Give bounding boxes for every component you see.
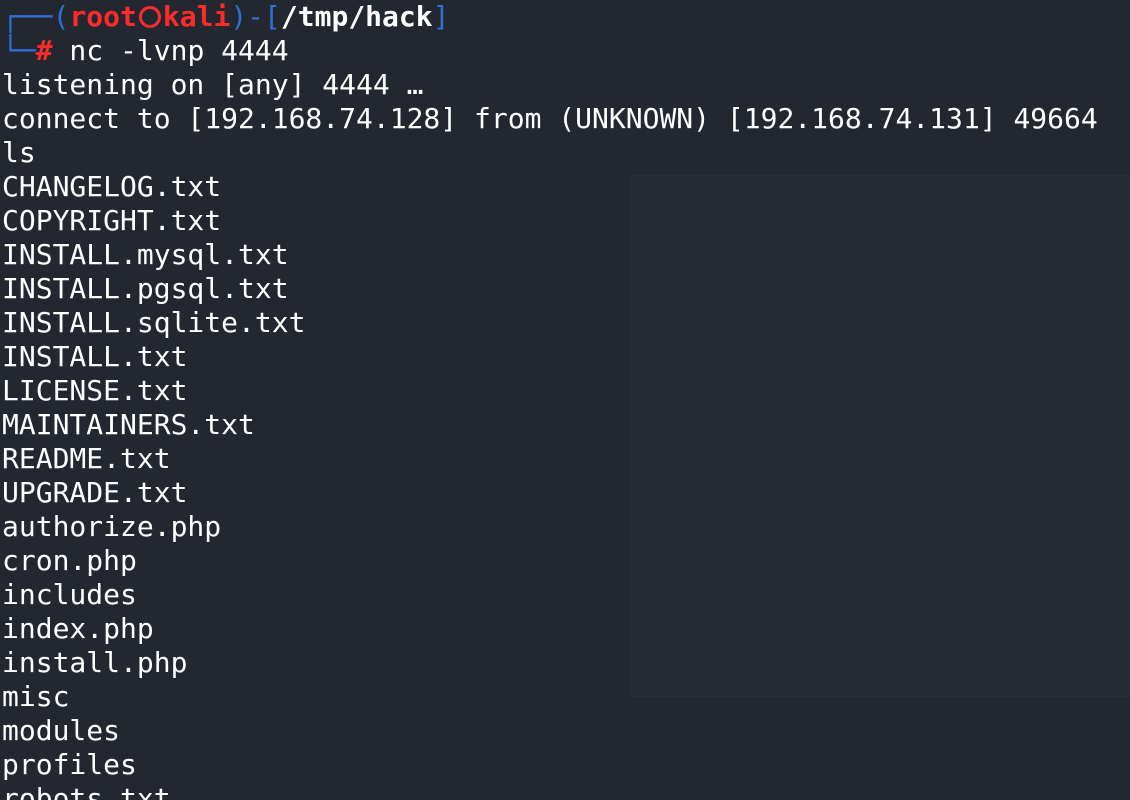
output-line: authorize.php (2, 510, 222, 543)
command-text: nc -lvnp 4444 (52, 34, 289, 67)
prompt-corner: └─ (2, 34, 36, 67)
prompt-line-1: ┌──(root kali)-[/tmp/hack] (2, 0, 449, 34)
prompt-bracket-open: ┌──( (2, 0, 70, 33)
output-line: CHANGELOG.txt (2, 170, 222, 203)
output-line: listening on [any] 4444 … (2, 68, 424, 101)
output-line: UPGRADE.txt (2, 476, 188, 509)
output-line: COPYRIGHT.txt (2, 204, 222, 237)
prompt-bracket-close: )-[ (230, 0, 281, 33)
kali-skull-icon (138, 6, 161, 28)
output-line: INSTALL.mysql.txt (2, 238, 289, 271)
prompt-user: root (69, 0, 137, 33)
output-line: INSTALL.sqlite.txt (2, 306, 306, 339)
output-line: misc (2, 680, 70, 713)
background-file-manager (630, 175, 1130, 697)
output-line: MAINTAINERS.txt (2, 408, 255, 441)
prompt-hash: # (35, 34, 53, 67)
output-line: profiles (2, 748, 137, 781)
output-line: robots.txt (2, 782, 171, 800)
output-line: modules (2, 714, 121, 747)
prompt-host: kali (162, 0, 231, 33)
output-line: install.php (2, 646, 188, 679)
output-line: INSTALL.pgsql.txt (2, 272, 289, 305)
output-line: ls (2, 136, 36, 169)
output-line: LICENSE.txt (2, 374, 188, 407)
output-line: INSTALL.txt (2, 340, 188, 373)
output-line: includes (2, 578, 137, 611)
prompt-path: /tmp/hack (280, 0, 433, 33)
output-line: index.php (2, 612, 154, 645)
terminal-window[interactable]: ┌──(root kali)-[/tmp/hack] └─# nc -lvnp 4… (0, 0, 1130, 800)
output-line: cron.php (2, 544, 137, 577)
output-line: connect to [192.168.74.128] from (UNKNOW… (2, 102, 1098, 135)
output-line: README.txt (2, 442, 171, 475)
prompt-path-close: ] (432, 0, 450, 33)
prompt-line-2: └─# nc -lvnp 4444 (2, 34, 289, 68)
